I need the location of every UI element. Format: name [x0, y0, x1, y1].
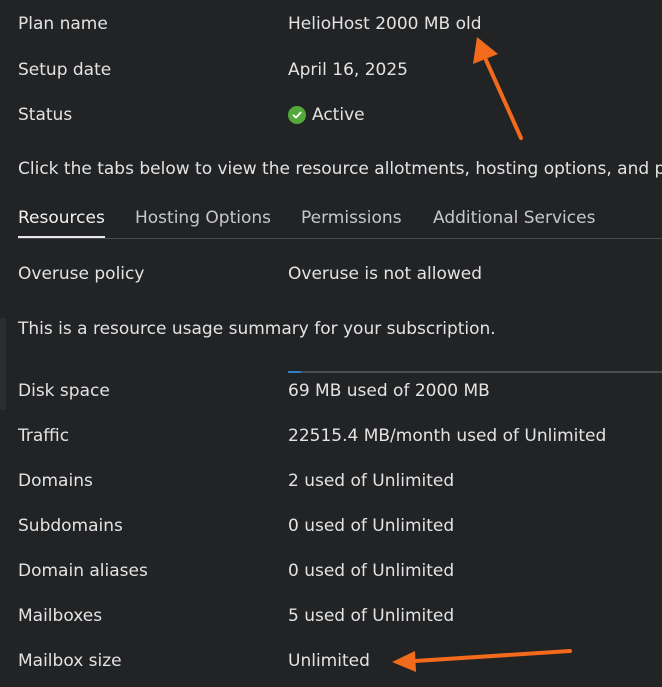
resource-row-disk-space: Disk space 69 MB used of 2000 MB [18, 378, 662, 404]
subscription-details-panel: Plan name HelioHost 2000 MB old Setup da… [0, 0, 662, 687]
resource-row-mailboxes: Mailboxes 5 used of Unlimited [18, 603, 662, 629]
setup-date-value: April 16, 2025 [288, 60, 408, 80]
status-row: Status Active [18, 102, 662, 128]
resource-label: Disk space [18, 381, 110, 401]
resource-label: Mailboxes [18, 606, 103, 626]
resource-label: Domain aliases [18, 561, 148, 581]
disk-usage-bar-fill [288, 371, 301, 373]
overuse-policy-value: Overuse is not allowed [288, 264, 483, 284]
resource-value: 2 used of Unlimited [288, 471, 455, 491]
resource-value: 69 MB used of 2000 MB [288, 381, 490, 401]
status-label: Status [18, 105, 73, 125]
resource-label: Traffic [18, 426, 70, 446]
resource-row-domain-aliases: Domain aliases 0 used of Unlimited [18, 558, 662, 584]
setup-date-label: Setup date [18, 60, 112, 80]
tabs-intro-text: Click the tabs below to view the resourc… [18, 159, 662, 179]
plan-name-label: Plan name [18, 14, 108, 34]
resource-row-subdomains: Subdomains 0 used of Unlimited [18, 513, 662, 539]
resource-row-traffic: Traffic 22515.4 MB/month used of Unlimit… [18, 423, 662, 449]
tab-permissions[interactable]: Permissions [301, 205, 402, 236]
plan-name-value: HelioHost 2000 MB old [288, 14, 482, 34]
overuse-policy-row: Overuse policy Overuse is not allowed [18, 261, 662, 287]
tab-additional-services[interactable]: Additional Services [433, 205, 595, 236]
resource-value: 0 used of Unlimited [288, 516, 455, 536]
resource-row-mailbox-size: Mailbox size Unlimited [18, 648, 662, 674]
disk-usage-bar [288, 371, 662, 373]
status-value: Active [288, 102, 365, 128]
usage-summary-text: This is a resource usage summary for you… [18, 319, 496, 339]
check-circle-icon [288, 106, 306, 124]
resource-label: Subdomains [18, 516, 123, 536]
scrollbar[interactable] [0, 318, 6, 410]
resource-label: Domains [18, 471, 93, 491]
resource-value: 5 used of Unlimited [288, 606, 455, 626]
resource-value: 22515.4 MB/month used of Unlimited [288, 426, 607, 446]
resource-row-domains: Domains 2 used of Unlimited [18, 468, 662, 494]
resource-value: Unlimited [288, 651, 370, 671]
resource-value: 0 used of Unlimited [288, 561, 455, 581]
overuse-policy-label: Overuse policy [18, 264, 145, 284]
setup-date-row: Setup date April 16, 2025 [18, 57, 662, 83]
tab-resources[interactable]: Resources [18, 205, 105, 238]
resource-label: Mailbox size [18, 651, 122, 671]
plan-name-row: Plan name HelioHost 2000 MB old [18, 11, 662, 37]
tab-bar: Resources Hosting Options Permissions Ad… [18, 205, 662, 239]
status-text: Active [312, 105, 365, 125]
tab-hosting-options[interactable]: Hosting Options [135, 205, 271, 236]
